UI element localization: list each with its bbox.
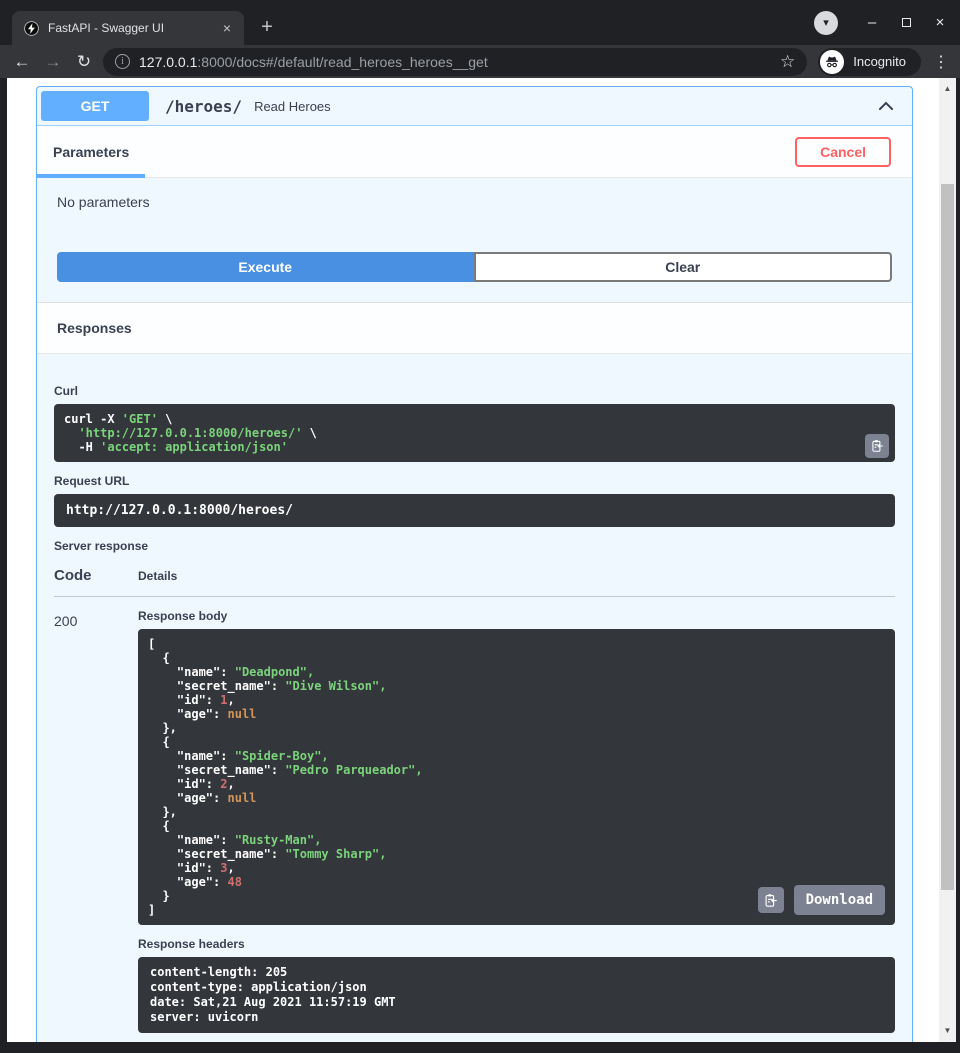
chevron-down-icon: ▾ [823,18,829,29]
scroll-up-icon[interactable]: ▲ [939,85,956,93]
parameters-header: Parameters Cancel [37,126,912,178]
opblock-header[interactable]: GET /heroes/ Read Heroes [37,87,912,126]
window-controls: ▾ – × [814,11,950,35]
scroll-down-icon[interactable]: ▼ [939,1027,956,1035]
responses-title: Responses [57,320,132,336]
response-headers-text: content-length: 205content-type: applica… [150,965,883,1025]
back-icon[interactable]: ← [10,52,34,72]
close-button[interactable]: × [930,13,950,33]
reload-icon[interactable]: ↻ [72,52,96,72]
tab-parameters[interactable]: Parameters [37,126,145,178]
copy-curl-button[interactable] [865,434,889,458]
address-bar[interactable]: i 127.0.0.1:8000/docs#/default/read_hero… [103,48,807,76]
cancel-button[interactable]: Cancel [795,137,891,167]
page-scrollbar[interactable]: ▲ ▼ [939,78,956,1042]
url-text: 127.0.0.1:8000/docs#/default/read_heroes… [139,54,771,70]
endpoint-path: /heroes/ [165,97,242,116]
server-response-label: Server response [54,539,895,553]
response-detail: Response body [ { "name": "Deadpond", "s… [138,609,895,1033]
minimize-button[interactable]: – [862,13,882,33]
response-row-200: 200 Response body [ { "name": "Deadpond"… [54,609,895,1033]
clipboard-copy-icon [763,893,778,908]
response-table-header: Code Details [54,567,895,584]
responses-header: Responses [37,302,912,354]
browser-tab-strip: FastAPI - Swagger UI × + ▾ – × [0,0,960,45]
incognito-badge: Incognito [818,48,921,76]
parameters-body: No parameters [37,178,912,222]
response-headers-block: content-length: 205content-type: applica… [138,957,895,1033]
response-headers-label: Response headers [138,937,895,951]
site-info-icon[interactable]: i [115,54,130,69]
plus-icon: + [261,16,273,39]
opblock-get-heroes: GET /heroes/ Read Heroes Parameters Canc… [36,86,913,1042]
tab-title: FastAPI - Swagger UI [48,21,209,35]
maximize-icon [902,18,911,27]
request-url-label: Request URL [54,474,895,488]
details-column-header: Details [138,569,177,583]
request-url-text: http://127.0.0.1:8000/heroes/ [66,503,293,518]
response-body-block: [ { "name": "Deadpond", "secret_name": "… [138,629,895,925]
curl-command-text: curl -X 'GET' \ 'http://127.0.0.1:8000/h… [64,412,885,454]
curl-label: Curl [54,384,895,398]
curl-command-block: curl -X 'GET' \ 'http://127.0.0.1:8000/h… [54,404,895,462]
execute-button-group: Execute Clear [37,222,912,302]
forward-icon[interactable]: → [41,52,65,72]
execute-button[interactable]: Execute [57,252,474,282]
browser-window: FastAPI - Swagger UI × + ▾ – × ← → ↻ i 1… [0,0,960,1053]
copy-response-button[interactable] [758,887,784,913]
browser-tab[interactable]: FastAPI - Swagger UI × [12,11,244,45]
url-host: 127.0.0.1 [139,54,197,70]
chevron-up-icon[interactable] [876,96,896,116]
response-body-actions: Download [758,885,885,915]
request-url-block: http://127.0.0.1:8000/heroes/ [54,494,895,527]
clipboard-copy-icon [870,439,884,453]
new-tab-button[interactable]: + [254,14,280,40]
clear-button[interactable]: Clear [474,252,893,282]
page-viewport: GET /heroes/ Read Heroes Parameters Canc… [7,78,956,1042]
maximize-button[interactable] [896,13,916,33]
scrollbar-thumb[interactable] [941,184,954,890]
bookmark-star-icon[interactable]: ☆ [780,52,795,72]
download-button[interactable]: Download [794,885,885,915]
tab-close-icon[interactable]: × [218,20,236,36]
no-parameters-text: No parameters [57,194,150,210]
responses-body: Curl curl -X 'GET' \ 'http://127.0.0.1:8… [37,354,912,1042]
tab-search-button[interactable]: ▾ [814,11,838,35]
url-path: :8000/docs#/default/read_heroes_heroes__… [197,54,487,70]
status-code: 200 [54,609,138,1033]
code-column-header: Code [54,567,138,584]
browser-menu-icon[interactable]: ⋮ [932,52,950,72]
incognito-label: Incognito [853,54,906,69]
endpoint-summary: Read Heroes [254,99,331,114]
response-body-json: [ { "name": "Deadpond", "secret_name": "… [148,637,885,917]
http-method-badge: GET [41,91,149,121]
swagger-ui: GET /heroes/ Read Heroes Parameters Canc… [7,78,939,1042]
browser-toolbar: ← → ↻ i 127.0.0.1:8000/docs#/default/rea… [0,45,960,78]
table-divider [54,596,895,597]
parameters-title: Parameters [53,144,129,160]
fastapi-favicon-icon [24,21,39,36]
incognito-icon [820,50,844,74]
response-body-label: Response body [138,609,895,623]
